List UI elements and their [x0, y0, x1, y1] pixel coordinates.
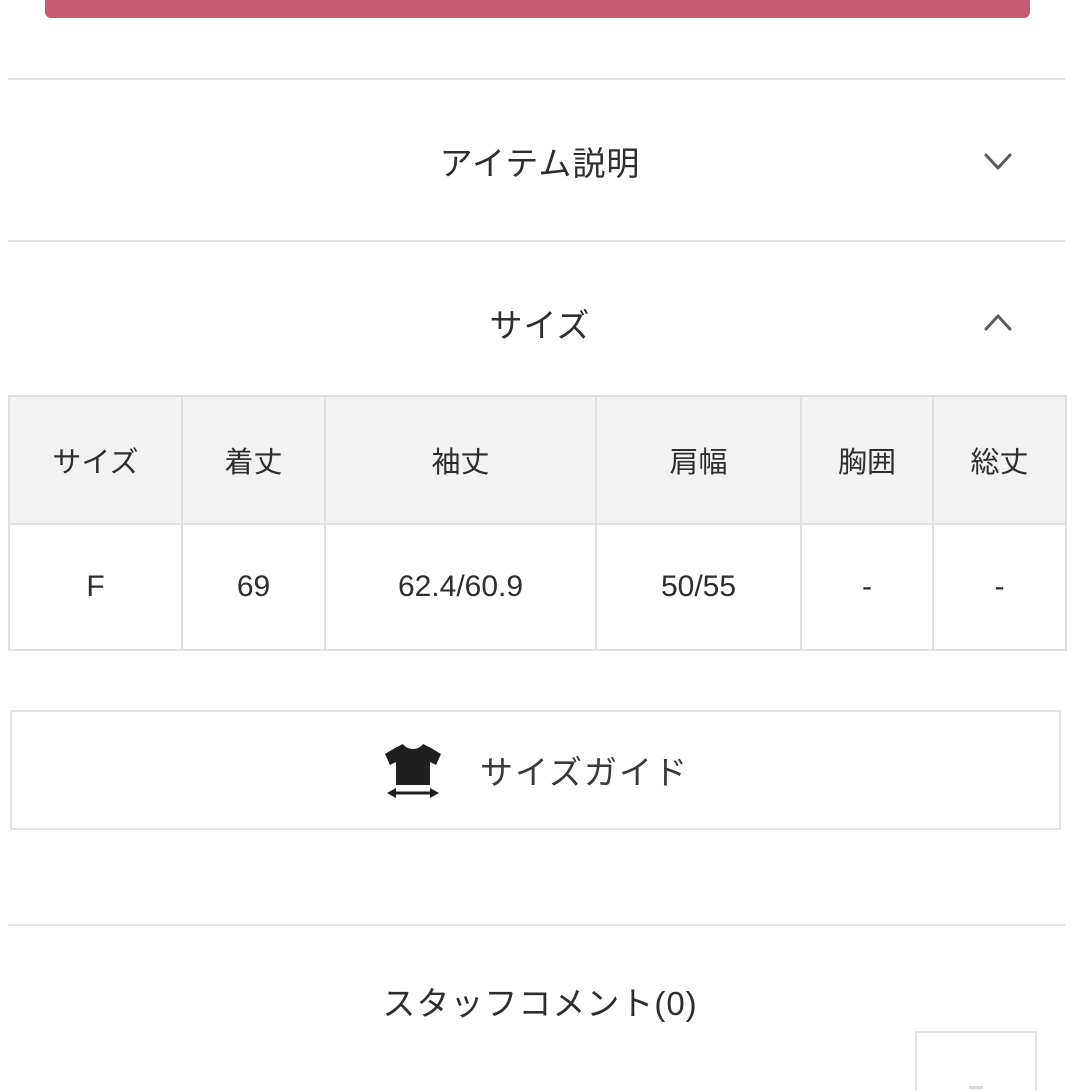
- table-header-cell: 総丈: [932, 395, 1067, 525]
- table-header-cell: サイズ: [8, 395, 183, 525]
- partial-card-mark: [969, 1086, 983, 1089]
- table-cell: 69: [181, 523, 326, 651]
- table-cell: 62.4/60.9: [324, 523, 597, 651]
- size-table: サイズ 着丈 袖丈 肩幅 胸囲 総丈 F 69 62.4/60.9 50/55 …: [8, 395, 1067, 651]
- accordion-size[interactable]: サイズ: [0, 242, 1080, 404]
- size-guide-button[interactable]: サイズガイド: [10, 710, 1061, 830]
- table-header-cell: 胸囲: [800, 395, 934, 525]
- table-row: F 69 62.4/60.9 50/55 - -: [8, 523, 1067, 651]
- tshirt-measure-icon: [382, 741, 444, 799]
- table-cell: 50/55: [595, 523, 802, 651]
- accordion-item-description-label: アイテム説明: [439, 145, 641, 182]
- cart-button-cutoff[interactable]: [45, 0, 1030, 18]
- chevron-down-icon[interactable]: [976, 139, 1020, 183]
- table-header-cell: 袖丈: [324, 395, 597, 525]
- accordion-item-description[interactable]: アイテム説明: [0, 80, 1080, 242]
- table-cell: -: [932, 523, 1067, 651]
- table-cell: F: [8, 523, 183, 651]
- size-guide-label: サイズガイド: [479, 754, 689, 791]
- partial-card-cutoff[interactable]: [915, 1031, 1037, 1091]
- table-header-row: サイズ 着丈 袖丈 肩幅 胸囲 総丈: [8, 395, 1067, 525]
- accordion-size-label: サイズ: [489, 307, 591, 344]
- table-header-cell: 肩幅: [595, 395, 802, 525]
- table-cell: -: [800, 523, 934, 651]
- chevron-up-icon[interactable]: [976, 301, 1020, 345]
- table-header-cell: 着丈: [181, 395, 326, 525]
